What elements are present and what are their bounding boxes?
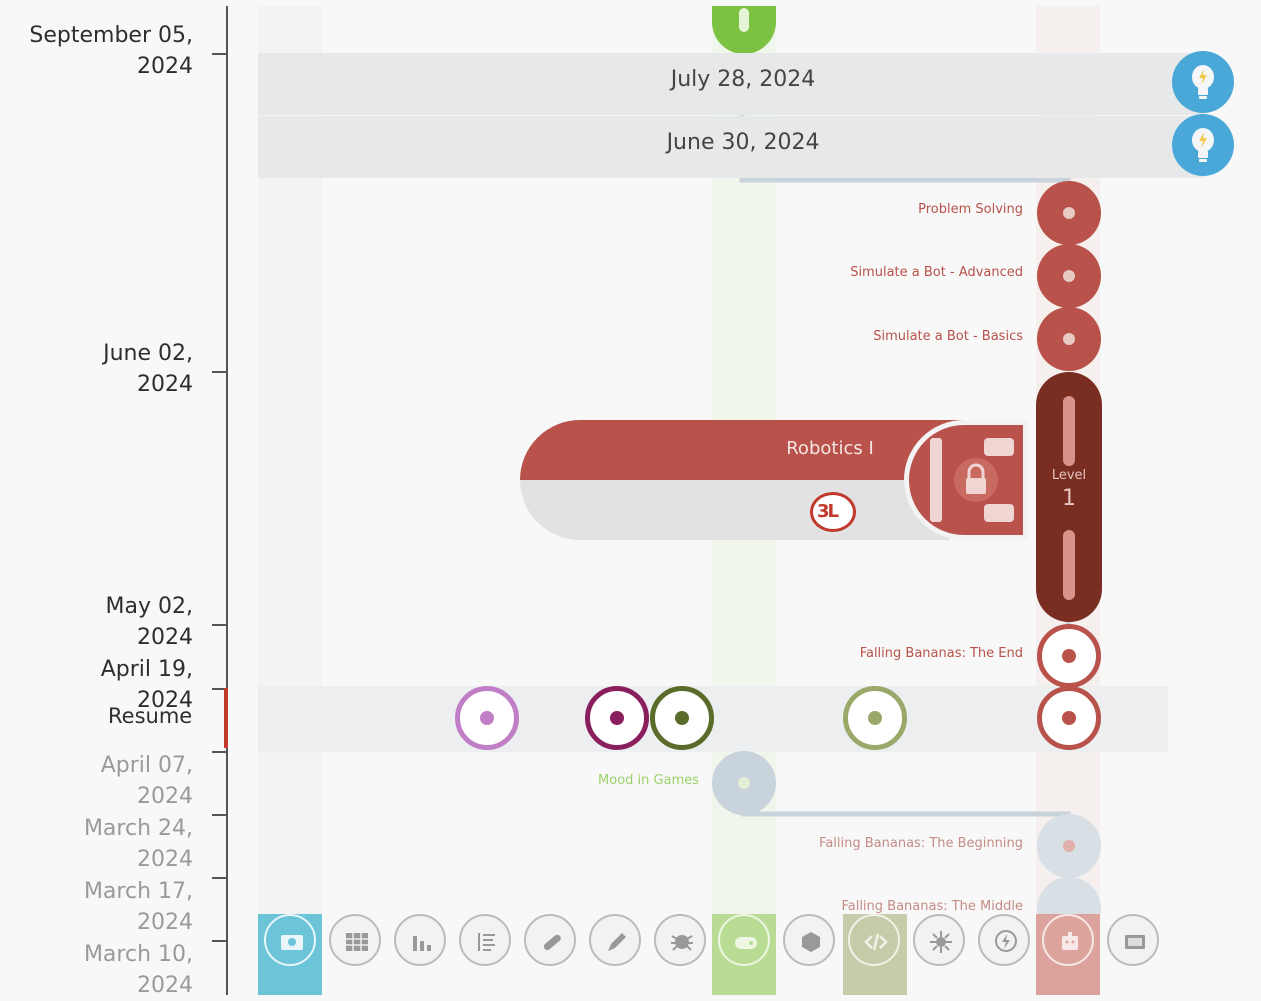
lightbulb-icon[interactable]	[1172, 114, 1234, 176]
resume-node[interactable]	[455, 686, 519, 750]
game-controller-icon[interactable]	[718, 914, 770, 966]
code-icon[interactable]	[848, 914, 900, 966]
bar-chart-icon[interactable]	[394, 914, 446, 966]
lesson-title[interactable]: Falling Bananas: The Beginning	[819, 836, 1023, 851]
pencil-icon[interactable]	[589, 914, 641, 966]
photo-icon[interactable]	[264, 914, 316, 966]
level-label: Level	[1051, 468, 1087, 483]
resume-node[interactable]	[1037, 686, 1101, 750]
level-indicator[interactable]: Level 1	[1036, 372, 1102, 622]
banner-date: July 28, 2024	[670, 67, 816, 92]
level-value: 1	[1062, 486, 1076, 511]
robot-lock-icon	[900, 420, 1028, 540]
resume-node[interactable]	[843, 686, 907, 750]
grid-icon[interactable]	[329, 914, 381, 966]
lesson-node[interactable]	[1037, 814, 1101, 878]
resume-node[interactable]	[650, 686, 714, 750]
course-card[interactable]: Robotics I 3L	[520, 420, 1028, 540]
lesson-title[interactable]: Problem Solving	[918, 202, 1023, 217]
course-badge: 3L	[810, 492, 856, 532]
virus-icon[interactable]	[913, 914, 965, 966]
lesson-title[interactable]: Mood in Games	[598, 773, 699, 788]
screen-icon[interactable]	[1107, 914, 1159, 966]
resume-node[interactable]	[585, 686, 649, 750]
bug-icon[interactable]	[654, 914, 706, 966]
lightbulb-icon[interactable]	[1172, 51, 1234, 113]
lesson-node[interactable]	[712, 751, 776, 815]
lesson-title[interactable]: Falling Bananas: The Middle	[841, 899, 1023, 914]
lesson-node[interactable]	[1037, 624, 1101, 688]
robot-icon[interactable]	[1042, 914, 1094, 966]
hexagon-icon[interactable]	[783, 914, 835, 966]
lesson-node[interactable]	[1037, 307, 1101, 371]
link-icon[interactable]	[524, 914, 576, 966]
lesson-node[interactable]	[1037, 244, 1101, 308]
milestone-banner[interactable]: June 30, 2024	[258, 114, 1234, 178]
milestone-banner[interactable]: July 28, 2024	[258, 51, 1234, 115]
lesson-title[interactable]: Falling Bananas: The End	[860, 646, 1023, 661]
lightning-icon[interactable]	[978, 914, 1030, 966]
list-icon[interactable]	[459, 914, 511, 966]
lesson-node[interactable]	[1037, 181, 1101, 245]
lesson-title[interactable]: Simulate a Bot - Advanced	[850, 265, 1023, 280]
lesson-title[interactable]: Simulate a Bot - Basics	[873, 329, 1023, 344]
banner-date: June 30, 2024	[666, 130, 820, 155]
